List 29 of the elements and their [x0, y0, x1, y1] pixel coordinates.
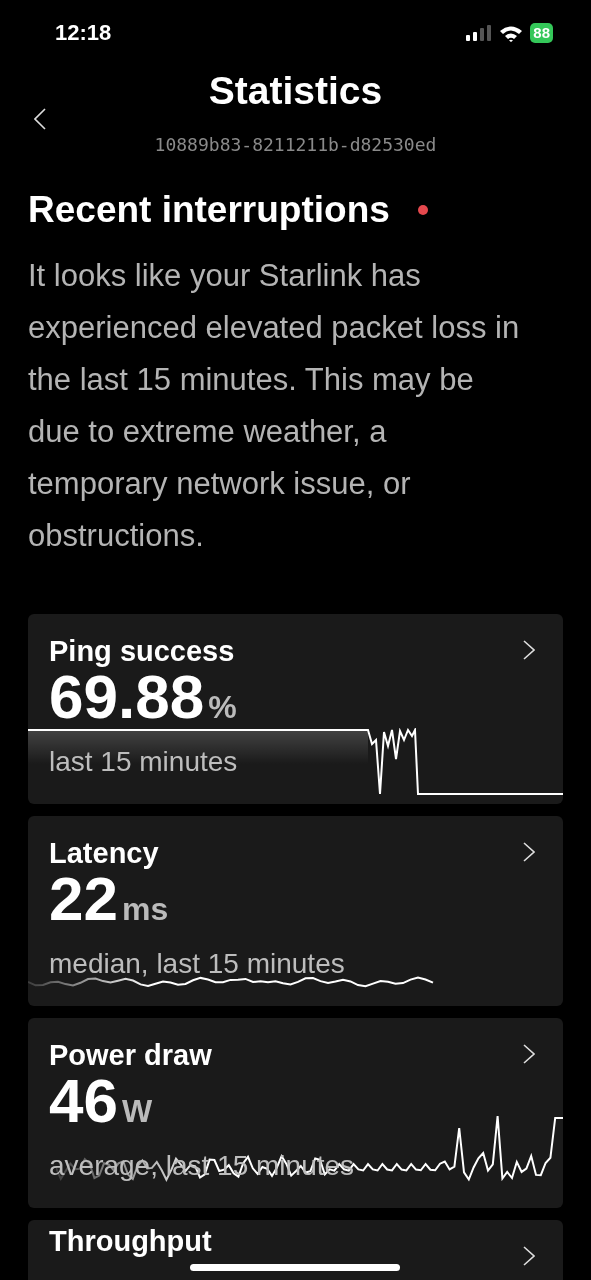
wifi-icon — [499, 24, 524, 42]
alert-dot-icon — [417, 205, 428, 215]
card-caption: last 15 minutes — [49, 746, 238, 778]
chevron-right-icon — [523, 842, 535, 862]
signal-icon — [466, 25, 493, 41]
section-title: Recent interruptions — [28, 188, 390, 232]
stat-value: 46 — [49, 1072, 118, 1130]
card-title: Throughput — [49, 1224, 212, 1258]
stat-card[interactable]: Throughput — [28, 1220, 563, 1280]
alert-message: It looks like your Starlink has experienced elevated packet loss in the last 15 minutes. This may be due to extreme weather, a temporary network issue, or obstructions. — [28, 257, 521, 555]
status-time: 12:18 — [55, 20, 112, 46]
stat-unit: ms — [121, 890, 169, 929]
card-title: Power draw — [49, 1038, 212, 1072]
stat-unit: % — [208, 688, 237, 727]
stat-card[interactable]: Latency 22 ms median, last 15 minutes — [28, 816, 563, 1006]
card-caption: median, last 15 minutes — [49, 948, 345, 980]
chevron-right-icon — [523, 1044, 535, 1064]
card-title: Ping success — [49, 634, 235, 668]
stat-value: 22 — [49, 870, 118, 928]
page-title: Statistics — [207, 68, 384, 114]
stat-unit: W — [121, 1092, 153, 1131]
card-title: Latency — [49, 836, 159, 870]
stat-value: 69.88 — [49, 668, 205, 726]
battery-level: 88 — [530, 23, 553, 43]
stat-card[interactable]: Ping success 69.88% last 15 minutes — [28, 614, 563, 804]
chevron-right-icon — [523, 1246, 535, 1266]
chevron-right-icon — [523, 640, 535, 660]
back-icon[interactable] — [34, 108, 46, 130]
device-id: 10889b83-8211211b-d82530ed — [153, 134, 438, 155]
